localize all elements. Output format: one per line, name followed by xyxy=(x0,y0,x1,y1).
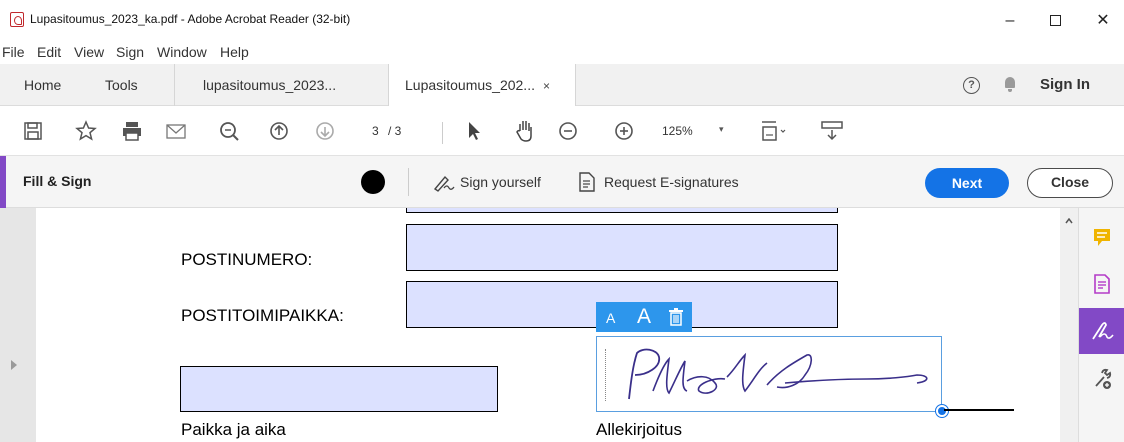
zoom-chevron-down-icon[interactable]: ▾ xyxy=(719,124,724,135)
menu-file[interactable]: File xyxy=(2,44,25,60)
ink-color-picker[interactable] xyxy=(361,170,385,194)
main-toolbar: 3 / 3 125% ▾ xyxy=(0,106,1124,156)
bookmark-star-icon[interactable] xyxy=(75,118,97,144)
scroll-mode-icon[interactable] xyxy=(820,118,844,144)
postinumero-field[interactable] xyxy=(406,224,838,271)
paikka-ja-aika-field[interactable] xyxy=(180,366,498,412)
print-icon[interactable] xyxy=(121,118,143,144)
notifications-bell-icon[interactable] xyxy=(1004,77,1016,92)
postitoimipaikka-label: POSTITOIMIPAIKKA: xyxy=(181,306,344,325)
page-up-icon[interactable] xyxy=(268,118,290,144)
signature-underline xyxy=(944,409,1014,411)
minimize-button[interactable]: – xyxy=(995,10,1025,32)
tab-home[interactable]: Home xyxy=(24,64,61,106)
close-button[interactable]: Close xyxy=(1027,168,1113,198)
signature-box[interactable] xyxy=(596,336,942,412)
fill-sign-accent xyxy=(0,156,6,208)
tab-document-1[interactable]: lupasitoumus_2023... xyxy=(203,64,336,106)
increase-size-button[interactable]: A xyxy=(637,305,651,329)
request-esignatures-label: Request E-signatures xyxy=(604,174,739,190)
menu-bar: File Edit View Sign Window Help xyxy=(0,42,1124,64)
tab-document-2-active[interactable]: Lupasitoumus_202... × xyxy=(388,64,576,107)
sign-yourself-label: Sign yourself xyxy=(460,174,541,190)
fill-sign-icon[interactable] xyxy=(1079,308,1124,354)
find-zoom-icon[interactable] xyxy=(218,118,240,144)
signature-resize-handle[interactable] xyxy=(936,405,948,417)
comment-icon[interactable] xyxy=(1079,216,1124,262)
tab-divider xyxy=(174,64,175,106)
allekirjoitus-label: Allekirjoitus xyxy=(596,420,682,439)
tab-bar: Home Tools lupasitoumus_2023... Lupasito… xyxy=(0,64,1124,107)
hand-tool-icon[interactable] xyxy=(514,118,536,144)
tab-document-2-label: Lupasitoumus_202... xyxy=(405,77,535,93)
maximize-button[interactable] xyxy=(1040,10,1070,32)
expand-left-panel-icon[interactable] xyxy=(11,360,17,370)
sign-in-button[interactable]: Sign In xyxy=(1040,64,1090,106)
save-icon[interactable] xyxy=(24,118,42,144)
fit-page-icon[interactable] xyxy=(760,118,788,144)
acrobat-pdf-icon xyxy=(10,12,24,27)
trash-icon[interactable] xyxy=(668,308,684,326)
pen-sign-icon xyxy=(433,175,455,192)
handwritten-signature xyxy=(628,348,928,400)
postinumero-label: POSTINUMERO: xyxy=(181,250,313,269)
tab-close-icon[interactable]: × xyxy=(543,79,550,93)
title-bar: Lupasitoumus_2023_ka.pdf - Adobe Acrobat… xyxy=(0,0,1124,44)
close-window-button[interactable]: ✕ xyxy=(1088,10,1118,32)
zoom-in-icon[interactable] xyxy=(613,118,635,144)
right-tools-panel xyxy=(1078,208,1124,442)
page-number-input[interactable]: 3 xyxy=(372,124,379,138)
page-down-icon[interactable] xyxy=(314,118,336,144)
menu-sign[interactable]: Sign xyxy=(116,44,144,60)
document-viewport[interactable]: POSTINUMERO: POSTITOIMIPAIKKA: Paikka ja… xyxy=(0,208,1072,442)
menu-help[interactable]: Help xyxy=(220,44,249,60)
menu-window[interactable]: Window xyxy=(157,44,207,60)
zoom-out-icon[interactable] xyxy=(557,118,579,144)
decrease-size-button[interactable]: A xyxy=(606,310,615,326)
signature-edit-toolbar: A A xyxy=(596,302,692,332)
email-icon[interactable] xyxy=(166,118,186,144)
fill-sign-title: Fill & Sign xyxy=(23,173,92,189)
toolbar-divider xyxy=(442,122,443,144)
help-icon[interactable]: ? xyxy=(963,77,980,94)
page-total: / 3 xyxy=(388,124,402,138)
paikka-ja-aika-label: Paikka ja aika xyxy=(181,420,286,439)
zoom-level-select[interactable]: 125% xyxy=(662,124,693,138)
vertical-scrollbar[interactable] xyxy=(1060,208,1078,442)
menu-view[interactable]: View xyxy=(74,44,104,60)
form-field-previous[interactable] xyxy=(406,208,838,213)
window-title: Lupasitoumus_2023_ka.pdf - Adobe Acrobat… xyxy=(30,12,351,26)
document-request-icon xyxy=(579,172,595,192)
signature-guide-line xyxy=(605,349,606,401)
tab-tools[interactable]: Tools xyxy=(105,64,138,106)
select-pointer-icon[interactable] xyxy=(466,118,482,144)
export-pdf-icon[interactable] xyxy=(1079,262,1124,308)
menu-edit[interactable]: Edit xyxy=(37,44,61,60)
fill-sign-toolbar: Fill & Sign Sign yourself Request E-sign… xyxy=(0,156,1124,208)
more-tools-icon[interactable] xyxy=(1079,356,1124,402)
scroll-up-icon[interactable] xyxy=(1065,216,1073,227)
maximize-icon xyxy=(1049,15,1061,26)
fill-sign-divider xyxy=(408,168,409,196)
next-button[interactable]: Next xyxy=(925,168,1009,198)
